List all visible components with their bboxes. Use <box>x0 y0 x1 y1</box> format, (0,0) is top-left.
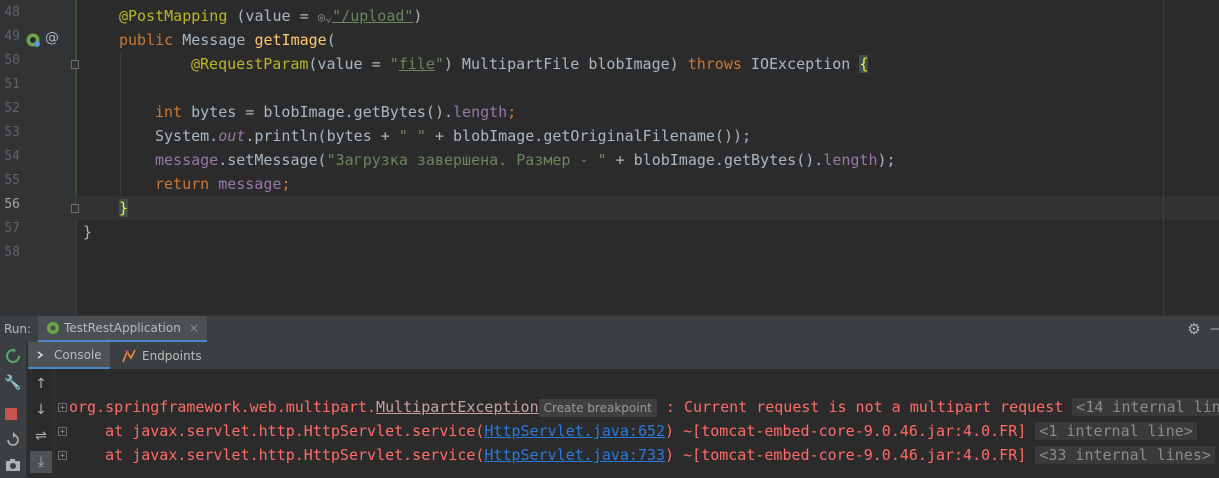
spring-bean-icon[interactable] <box>25 32 41 48</box>
code-line-52[interactable]: int bytes = blobImage.getBytes().length; <box>155 100 516 124</box>
code-line-50[interactable]: @RequestParam(value = "file") MultipartF… <box>191 52 869 76</box>
tab-endpoints[interactable]: Endpoints <box>114 342 210 369</box>
line-number: 58 <box>4 245 20 260</box>
expand-icon[interactable]: + <box>58 427 67 436</box>
spring-boot-icon <box>47 322 59 334</box>
arrow-up-icon[interactable]: ↑ <box>32 375 50 393</box>
line-number: 50 <box>4 53 20 68</box>
vcs-change-marker <box>69 0 77 214</box>
right-margin-guide <box>1163 0 1164 315</box>
current-line-highlight <box>76 196 1219 220</box>
console-output[interactable]: + + + org.springframework.web.multipart.… <box>56 369 1219 478</box>
run-tab-title: TestRestApplication <box>64 321 181 335</box>
code-line-54[interactable]: message.setMessage("Загрузка завершена. … <box>155 148 896 172</box>
line-number: 49 <box>4 29 20 44</box>
indent-guide <box>120 52 121 196</box>
console-line: at javax.servlet.http.HttpServlet.servic… <box>69 443 1215 467</box>
code-editor[interactable]: 48 49 50 51 52 53 54 55 56 57 58 @ @Post… <box>0 0 1219 315</box>
line-number: 54 <box>4 149 20 164</box>
internal-lines-fold[interactable]: <14 internal line <box>1072 398 1219 416</box>
source-link[interactable]: HttpServlet.java:652 <box>484 422 665 440</box>
expand-icon[interactable]: + <box>58 451 67 460</box>
line-number: 48 <box>4 5 20 20</box>
code-line-56[interactable]: } <box>119 196 129 220</box>
camera-icon[interactable] <box>4 458 22 476</box>
restore-icon[interactable] <box>4 432 22 450</box>
arrow-down-icon[interactable]: ↓ <box>32 401 50 419</box>
internal-lines-fold[interactable]: <33 internal lines> <box>1035 446 1215 464</box>
console-line: org.springframework.web.multipart.Multip… <box>69 395 1219 419</box>
line-number: 51 <box>4 77 20 92</box>
console-line: at javax.servlet.http.HttpServlet.servic… <box>69 419 1197 443</box>
console-toolbar: ↑ ↓ ⇌ ⤓ <box>28 369 55 478</box>
console-icon <box>36 348 48 361</box>
source-link[interactable]: HttpServlet.java:733 <box>484 446 665 464</box>
code-line-53[interactable]: System.out.println(bytes + " " + blobIma… <box>155 124 751 148</box>
wrench-icon[interactable]: 🔧 <box>4 374 22 392</box>
expand-icon[interactable]: + <box>58 403 67 412</box>
run-tab-test-rest-application[interactable]: TestRestApplication × <box>38 316 207 343</box>
globe-icon[interactable]: ◎⌄ <box>318 5 332 29</box>
internal-lines-fold[interactable]: <1 internal line> <box>1035 422 1197 440</box>
stop-icon[interactable] <box>5 408 17 420</box>
line-number-current: 56 <box>4 197 20 212</box>
run-content-tabs: Console Endpoints <box>28 342 1219 370</box>
line-number: 57 <box>4 221 20 236</box>
fold-marker-icon[interactable] <box>71 60 79 69</box>
code-line-55[interactable]: return message; <box>155 172 290 196</box>
code-line-57[interactable]: } <box>83 220 92 244</box>
exception-link[interactable]: MultipartException <box>376 398 539 416</box>
soft-wrap-icon[interactable]: ⇌ <box>32 427 50 445</box>
scroll-to-end-icon[interactable]: ⤓ <box>30 451 52 473</box>
gear-icon[interactable]: ⚙ <box>1186 321 1202 337</box>
run-toolbar: Run: TestRestApplication × ⚙ — <box>0 315 1219 343</box>
tab-console[interactable]: Console <box>28 342 110 369</box>
code-line-49[interactable]: public Message getImage( <box>119 28 336 52</box>
line-number: 52 <box>4 101 20 116</box>
line-number: 53 <box>4 125 20 140</box>
line-number: 55 <box>4 173 20 188</box>
run-label: Run: <box>4 322 32 336</box>
run-left-toolbar: 🔧 <box>0 342 27 478</box>
close-icon[interactable]: × <box>189 321 199 335</box>
create-breakpoint-hint[interactable]: Create breakpoint <box>538 399 657 417</box>
endpoints-icon <box>122 349 136 362</box>
rerun-icon[interactable] <box>4 348 22 366</box>
fold-marker-icon[interactable] <box>71 204 79 213</box>
minimize-icon[interactable]: — <box>1210 320 1219 338</box>
annotation-marker-icon[interactable]: @ <box>44 30 60 48</box>
code-line-48[interactable]: @PostMapping (value = ◎⌄"/upload") <box>119 4 422 28</box>
